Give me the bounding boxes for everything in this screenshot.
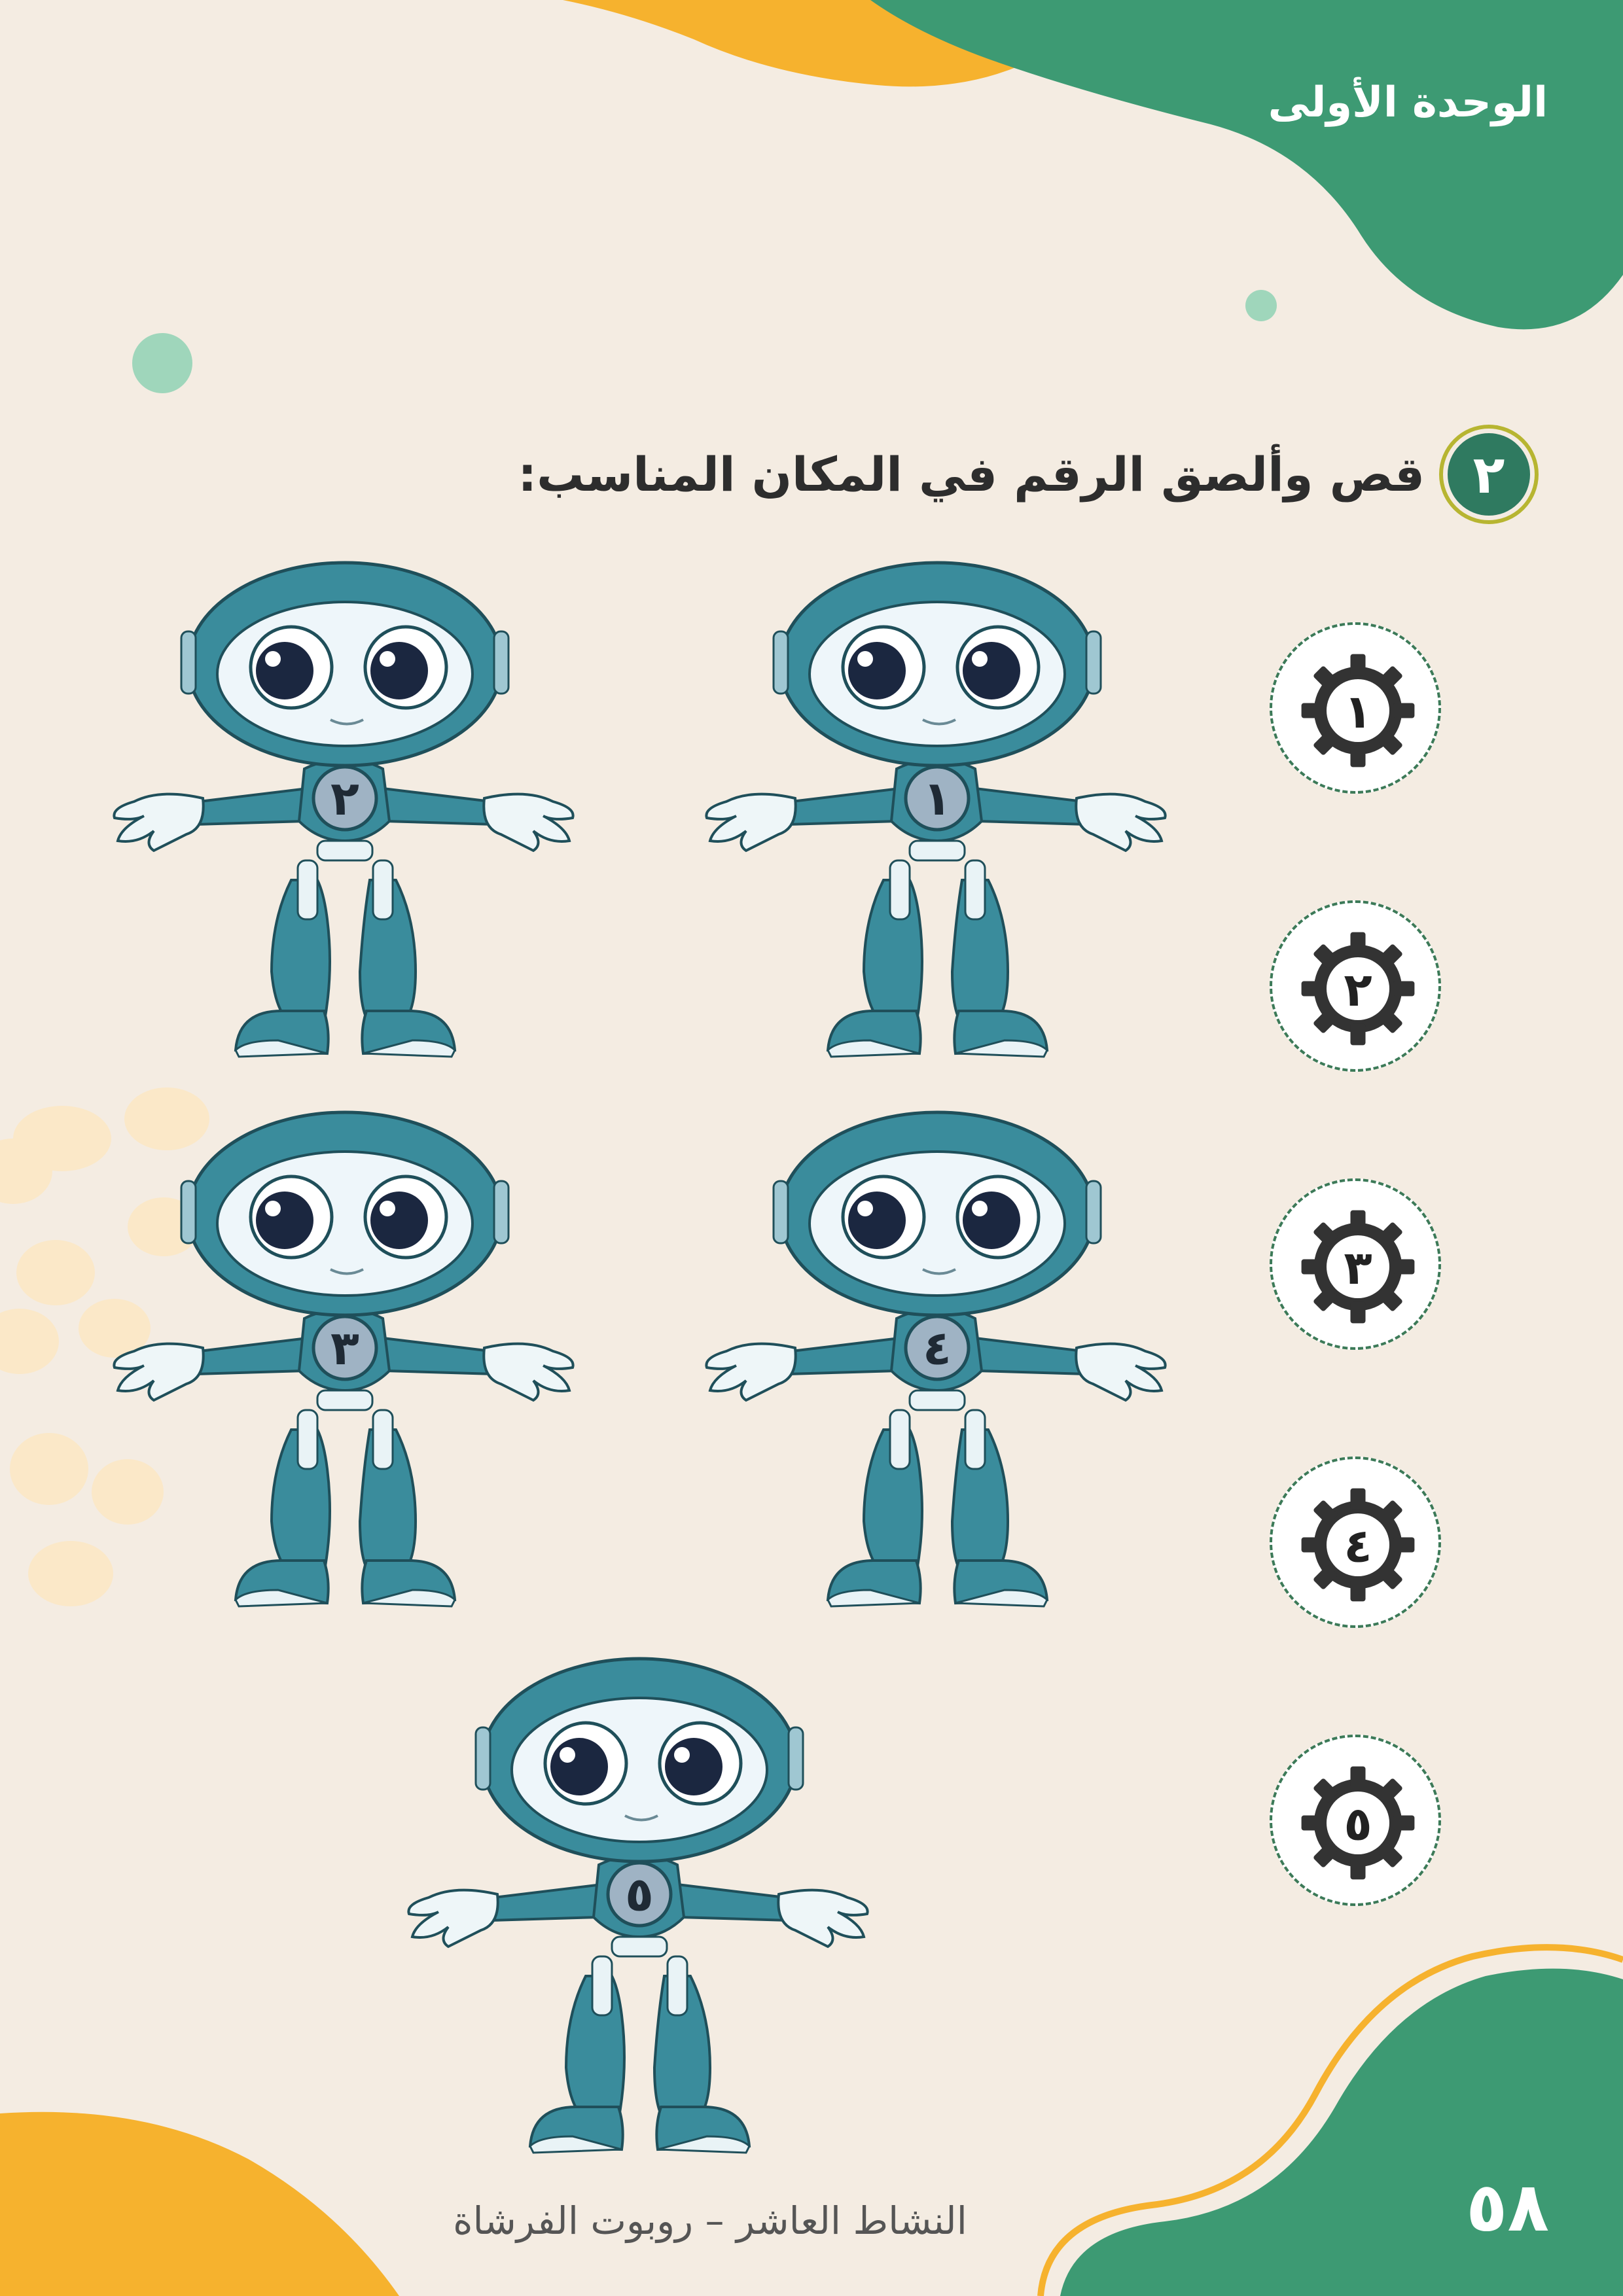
robot-figure: ٥ (402, 1649, 874, 2166)
sticker-number: ٤ (1344, 1519, 1372, 1573)
gear-icon: ٥ (1301, 1766, 1415, 1880)
cutout-number-sticker[interactable]: ٢ (1270, 900, 1441, 1072)
page-number: ٥٨ (1466, 2167, 1549, 2247)
sticker-number: ٥ (1344, 1797, 1372, 1851)
cutout-number-sticker[interactable]: ٥ (1270, 1735, 1441, 1906)
robot-illustration: ١ (705, 561, 1167, 1058)
robot-figure: ٢ (108, 553, 579, 1070)
robot-chest-number: ٤ (923, 1320, 952, 1375)
robot-chest-number: ٥ (625, 1867, 654, 1922)
top-green-blob (870, 0, 1623, 330)
robot-illustration: ٣ (113, 1110, 575, 1608)
cutout-number-sticker[interactable]: ١ (1270, 622, 1441, 794)
robot-figure: ١ (700, 553, 1171, 1070)
activity-number-badge: ٢ (1443, 429, 1535, 520)
gear-icon: ١ (1301, 654, 1415, 768)
robot-chest-number: ٣ (330, 1320, 359, 1375)
gear-icon: ٣ (1301, 1210, 1415, 1324)
cutout-number-sticker[interactable]: ٣ (1270, 1178, 1441, 1350)
cutout-number-sticker[interactable]: ٤ (1270, 1457, 1441, 1628)
gear-icon: ٢ (1301, 932, 1415, 1046)
robot-chest-number: ١ (923, 771, 952, 826)
robot-illustration: ٢ (113, 561, 575, 1058)
sticker-number: ١ (1344, 684, 1372, 739)
activity-footer-title: النشاط العاشر – روبوت الفرشاة (453, 2199, 967, 2243)
instruction-text: قص وألصق الرقم في المكان المناسب: (518, 447, 1425, 502)
mint-dot-small (1245, 290, 1277, 321)
robot-figure: ٤ (700, 1103, 1171, 1619)
sticker-number: ٣ (1344, 1241, 1372, 1295)
gear-icon: ٤ (1301, 1488, 1415, 1602)
activity-instruction: ٢ قص وألصق الرقم في المكان المناسب: (518, 429, 1535, 520)
unit-title: الوحدة الأولى (1268, 79, 1548, 127)
robot-figure: ٣ (108, 1103, 579, 1619)
mint-dot-large (132, 333, 192, 393)
sticker-number: ٢ (1344, 963, 1372, 1017)
robot-chest-number: ٢ (330, 771, 359, 826)
robot-illustration: ٤ (705, 1110, 1167, 1608)
robot-illustration: ٥ (407, 1657, 869, 2154)
